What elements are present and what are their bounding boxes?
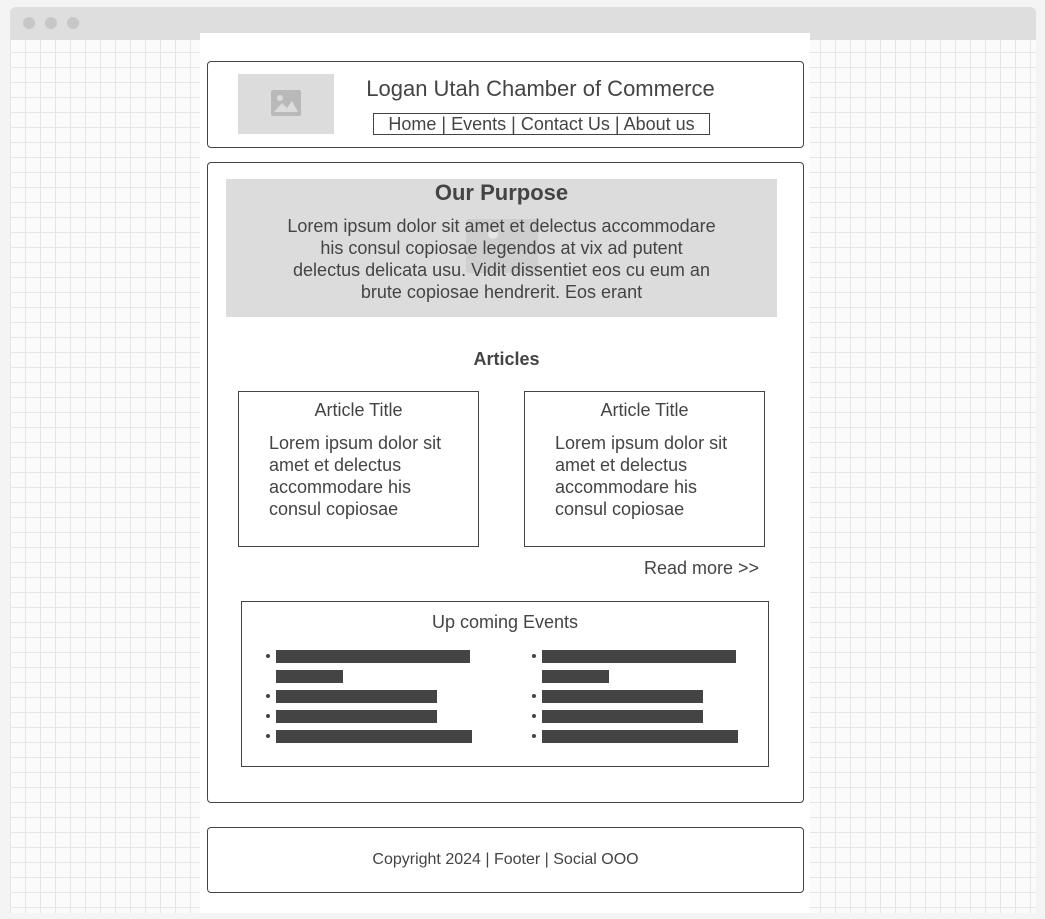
event-text-placeholder [276,650,470,663]
event-text-placeholder [542,670,609,683]
window-maximize-dot[interactable] [67,17,79,29]
event-text-placeholder [276,730,472,743]
purpose-text: Lorem ipsum dolor sit amet et delectus a… [287,216,716,302]
bullet [532,734,536,738]
bullet [532,654,536,658]
event-item[interactable] [532,730,738,743]
nav-separator: | [614,114,620,134]
event-item[interactable] [532,650,738,683]
article-body: Lorem ipsum dolor sit amet et delectus a… [269,433,442,519]
events-column-right [532,650,738,750]
site-footer: Copyright 2024 | Footer | Social OOO [207,827,804,893]
nav-contact-us[interactable]: Contact Us [521,114,610,134]
event-item[interactable] [266,710,472,723]
site-header: Logan Utah Chamber of Commerce Home | Ev… [207,61,804,148]
site-title: Logan Utah Chamber of Commerce [366,76,715,101]
bullet [532,694,536,698]
nav-separator: | [441,114,447,134]
event-item[interactable] [532,710,738,723]
event-text-placeholder [276,670,343,683]
nav-separator: | [511,114,516,134]
article-title: Article Title [600,400,689,420]
bullet [266,734,270,738]
nav-about-us[interactable]: About us [624,114,695,134]
article-body: Lorem ipsum dolor sit amet et delectus a… [555,433,728,519]
articles-heading: Articles [473,349,540,369]
article-card[interactable]: Article Title Lorem ipsum dolor sit amet… [238,391,479,547]
bullet [266,694,270,698]
event-text-placeholder [542,710,703,723]
footer-text: Copyright 2024 | Footer | Social OOO [372,851,639,868]
window-close-dot[interactable] [23,17,35,29]
logo-placeholder[interactable] [238,74,334,134]
event-item[interactable] [532,690,738,703]
event-text-placeholder [276,690,437,703]
purpose-hero: Our Purpose Lorem ipsum dolor sit amet e… [226,179,777,317]
main-content: Our Purpose Lorem ipsum dolor sit amet e… [207,162,804,803]
image-placeholder-icon [271,90,301,116]
events-title: Up coming Events [431,612,579,632]
nav-home[interactable]: Home [388,114,436,134]
read-more-link[interactable]: Read more >> [644,558,759,579]
event-text-placeholder [276,710,437,723]
purpose-title: Our Purpose [434,180,569,205]
nav-events[interactable]: Events [451,114,506,134]
upcoming-events: Up coming Events [241,601,769,767]
events-column-left [266,650,472,750]
event-item[interactable] [266,730,472,743]
bullet [266,654,270,658]
event-text-placeholder [542,650,736,663]
event-item[interactable] [266,650,472,683]
event-text-placeholder [542,690,703,703]
main-nav: Home | Events | Contact Us | About us [373,113,710,135]
bullet [532,714,536,718]
article-title: Article Title [314,400,403,420]
window-minimize-dot[interactable] [45,17,57,29]
bullet [266,714,270,718]
event-text-placeholder [542,730,738,743]
article-card[interactable]: Article Title Lorem ipsum dolor sit amet… [524,391,765,547]
event-item[interactable] [266,690,472,703]
